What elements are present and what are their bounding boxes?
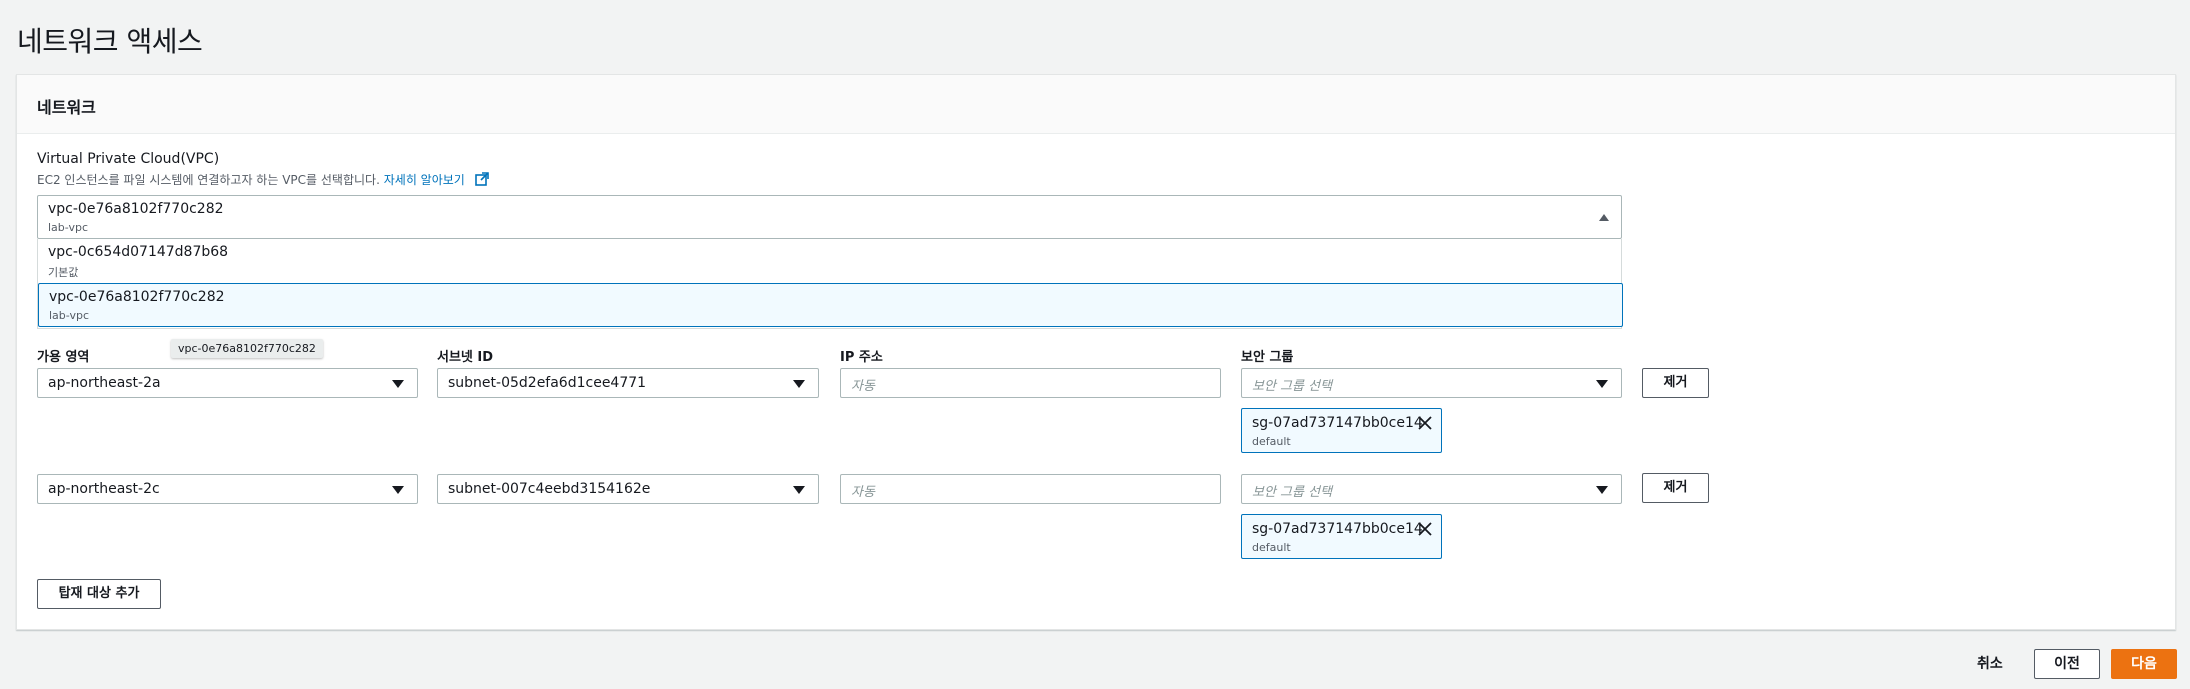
network-panel: 네트워크: [16, 74, 2176, 630]
subnet-value: subnet-05d2efa6d1cee4771: [448, 375, 647, 391]
caret-down-icon: [793, 380, 805, 388]
vpc-option-selected[interactable]: vpc-0e76a8102f770c282 lab-vpc: [38, 283, 1623, 327]
caret-down-icon: [392, 486, 404, 494]
sg-token-id: sg-07ad737147bb0ce14: [1252, 415, 1423, 431]
az-column-label: 가용 영역: [37, 350, 90, 365]
security-group-select[interactable]: 보안 그룹 선택: [1241, 368, 1622, 398]
ip-placeholder: 자동: [851, 485, 875, 500]
sg-column-label: 보안 그룹: [1241, 350, 1294, 365]
ip-placeholder: 자동: [851, 379, 875, 394]
vpc-option-id: vpc-0c654d07147d87b68: [48, 244, 229, 260]
page-title: 네트워크 액세스: [17, 25, 203, 58]
panel-title: 네트워크: [37, 98, 96, 117]
cancel-button[interactable]: 취소: [1977, 653, 2003, 673]
ip-column-label: IP 주소: [840, 350, 883, 365]
ip-address-input[interactable]: 자동: [840, 368, 1221, 398]
vpc-select[interactable]: vpc-0e76a8102f770c282 lab-vpc: [37, 195, 1622, 239]
vpc-selected-id: vpc-0e76a8102f770c282: [48, 201, 224, 217]
vpc-selected-name: lab-vpc: [48, 221, 88, 234]
next-button[interactable]: 다음: [2111, 649, 2177, 679]
caret-down-icon: [392, 380, 404, 388]
sg-token-name: default: [1252, 541, 1291, 554]
caret-down-icon: [1596, 380, 1608, 388]
ip-address-input[interactable]: 자동: [840, 474, 1221, 504]
az-value: ap-northeast-2c: [48, 481, 160, 497]
vpc-description-text: EC2 인스턴스를 파일 시스템에 연결하고자 하는 VPC를 선택합니다.: [37, 173, 380, 187]
az-select[interactable]: ap-northeast-2c: [37, 474, 418, 504]
caret-down-icon: [793, 486, 805, 494]
close-icon[interactable]: [1417, 415, 1433, 431]
vpc-option-name: 기본값: [48, 266, 79, 279]
caret-down-icon: [1596, 486, 1608, 494]
sg-placeholder: 보안 그룹 선택: [1252, 379, 1333, 394]
vpc-option[interactable]: vpc-0c654d07147d87b68 기본값: [38, 239, 1623, 283]
vpc-description: EC2 인스턴스를 파일 시스템에 연결하고자 하는 VPC를 선택합니다. 자…: [37, 171, 489, 188]
add-mount-target-button[interactable]: 탑재 대상 추가: [37, 579, 161, 609]
close-icon[interactable]: [1417, 521, 1433, 537]
external-link-icon[interactable]: [474, 172, 489, 186]
remove-button[interactable]: 제거: [1642, 368, 1709, 398]
az-select[interactable]: ap-northeast-2a: [37, 368, 418, 398]
previous-button[interactable]: 이전: [2034, 649, 2100, 679]
security-group-token: sg-07ad737147bb0ce14 default: [1241, 408, 1442, 453]
vpc-label: Virtual Private Cloud(VPC): [37, 151, 220, 167]
panel-header: 네트워크: [17, 75, 2175, 134]
remove-button[interactable]: 제거: [1642, 473, 1709, 503]
security-group-token: sg-07ad737147bb0ce14 default: [1241, 514, 1442, 559]
sg-token-name: default: [1252, 435, 1291, 448]
vpc-tooltip: vpc-0e76a8102f770c282: [171, 339, 323, 358]
learn-more-link[interactable]: 자세히 알아보기: [384, 173, 465, 187]
subnet-column-label: 서브넷 ID: [437, 350, 494, 365]
vpc-dropdown-list: vpc-0c654d07147d87b68 기본값 vpc-0e76a8102f…: [37, 239, 1623, 329]
sg-placeholder: 보안 그룹 선택: [1252, 485, 1333, 500]
sg-token-id: sg-07ad737147bb0ce14: [1252, 521, 1423, 537]
az-value: ap-northeast-2a: [48, 375, 161, 391]
vpc-option-name: lab-vpc: [49, 309, 89, 322]
subnet-select[interactable]: subnet-05d2efa6d1cee4771: [437, 368, 819, 398]
vpc-option-id: vpc-0e76a8102f770c282: [49, 289, 225, 305]
subnet-value: subnet-007c4eebd3154162e: [448, 481, 651, 497]
security-group-select[interactable]: 보안 그룹 선택: [1241, 474, 1622, 504]
subnet-select[interactable]: subnet-007c4eebd3154162e: [437, 474, 819, 504]
caret-up-icon: [1599, 214, 1609, 221]
